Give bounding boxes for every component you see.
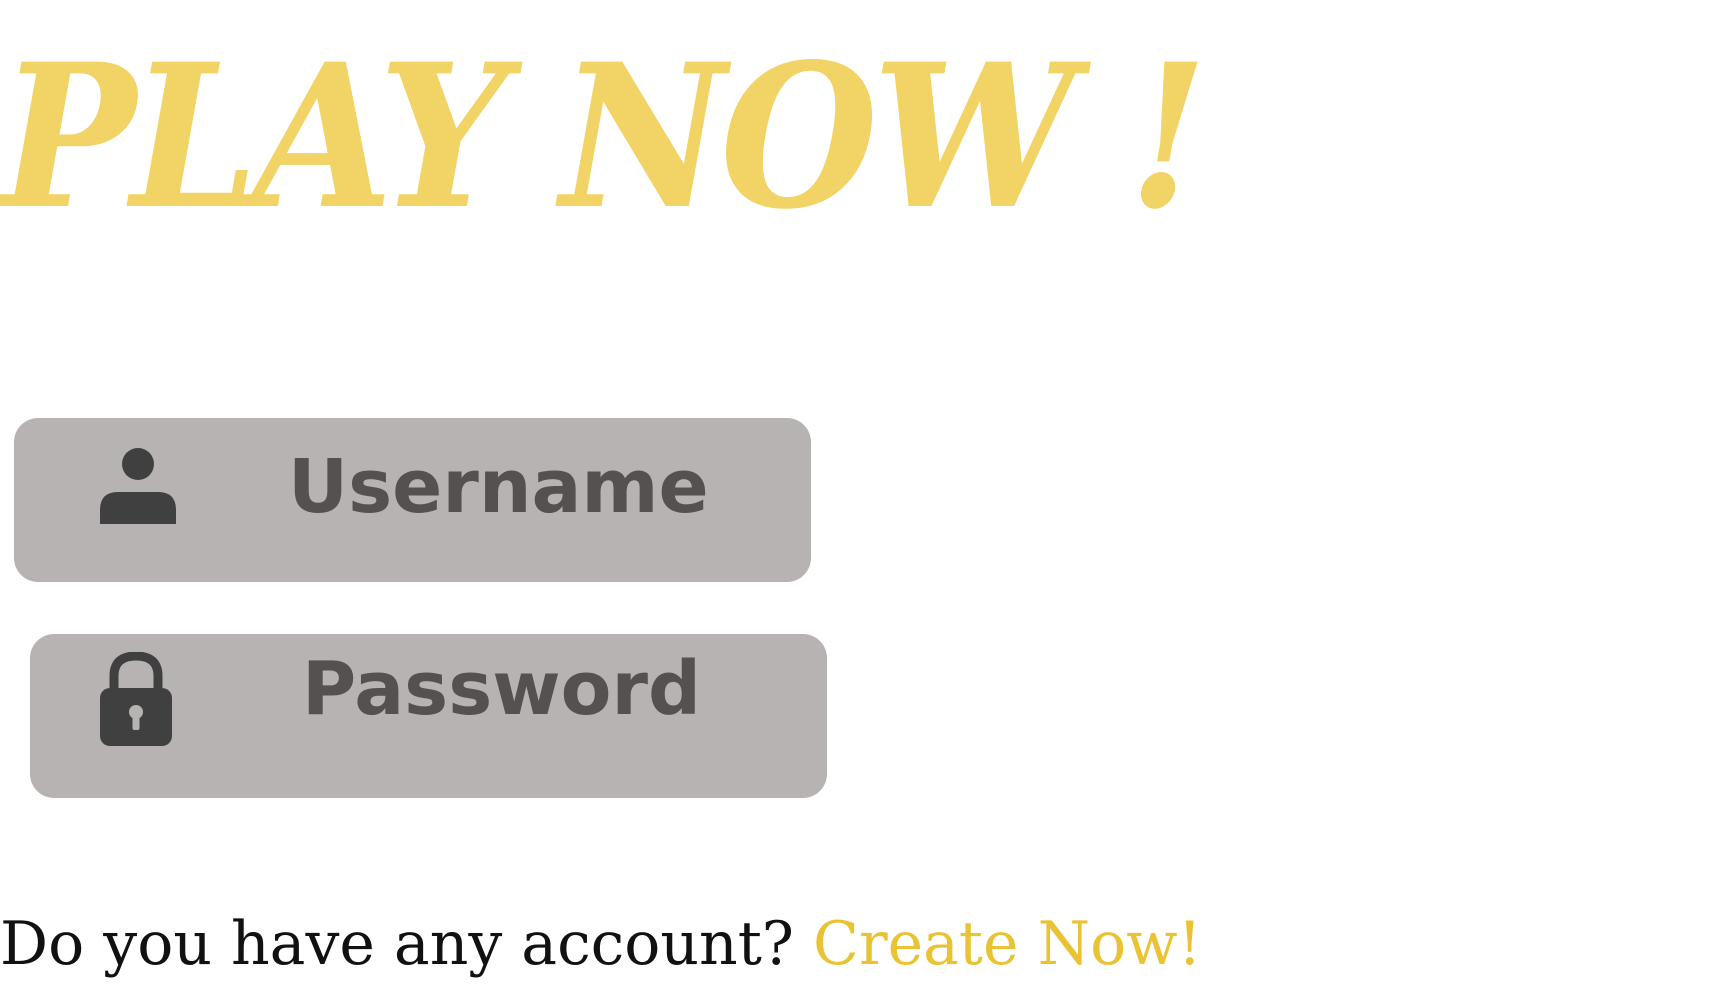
- create-account-link[interactable]: Create Now!: [813, 909, 1202, 979]
- password-placeholder: Password: [302, 646, 701, 732]
- account-prompt-text: Do you have any account?: [0, 909, 814, 979]
- lock-icon: [100, 652, 172, 746]
- username-placeholder: Username: [288, 444, 709, 530]
- page-title: PLAY NOW !: [0, 20, 1208, 253]
- account-prompt: Do you have any account? Create Now!: [0, 914, 1202, 974]
- password-field[interactable]: Password: [30, 634, 827, 798]
- username-field[interactable]: Username: [14, 418, 811, 582]
- user-icon: [100, 448, 176, 524]
